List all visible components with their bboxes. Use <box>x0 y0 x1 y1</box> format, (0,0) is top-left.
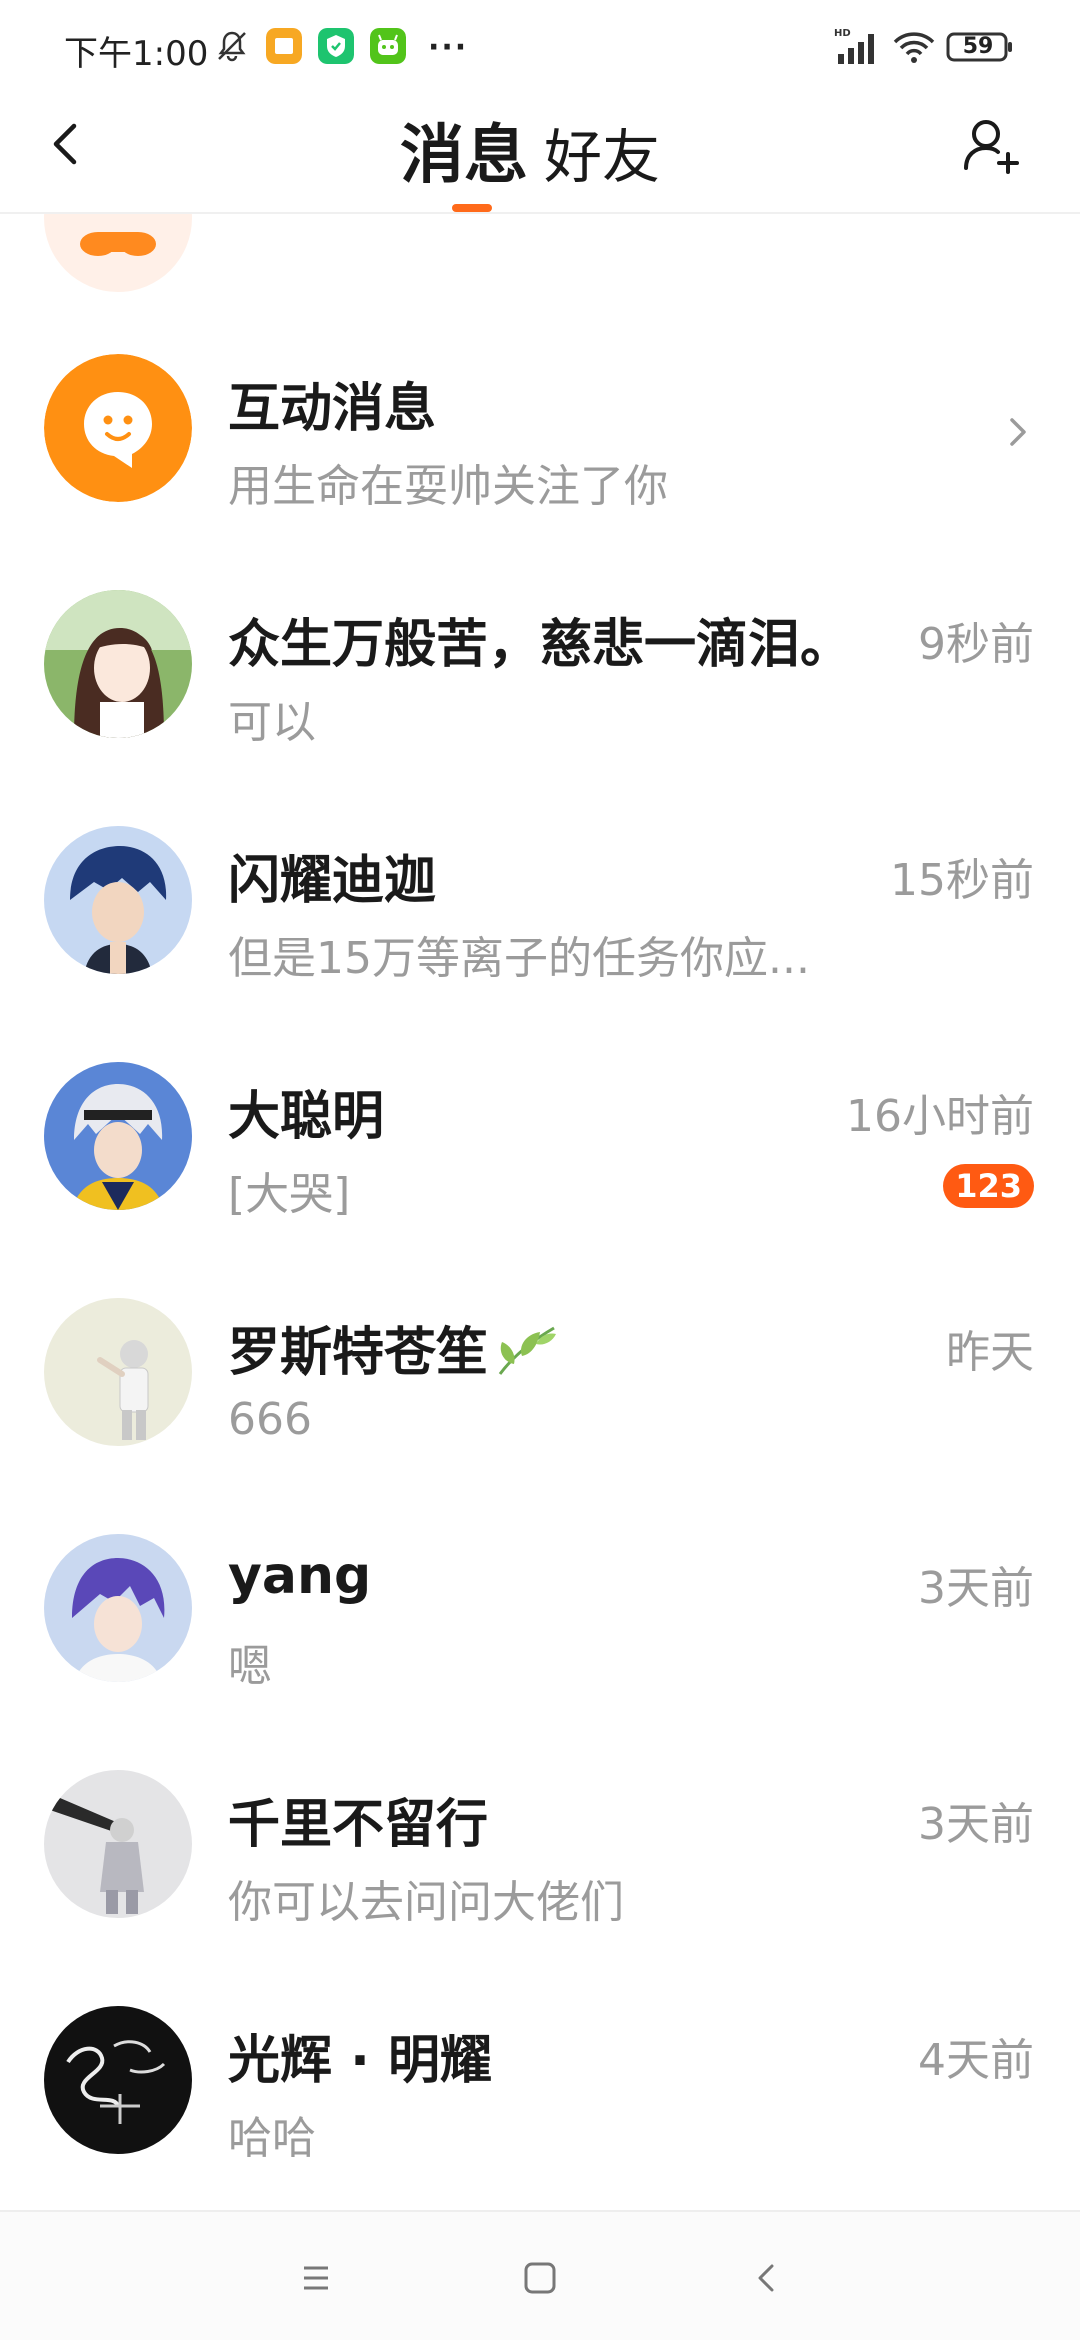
avatar <box>44 1534 192 1682</box>
messages-screen: 下午1:00 ··· HD 59 消息 好友 互动消息 用生命在耍帅关注了你 众… <box>0 0 1080 2340</box>
avatar <box>44 590 192 738</box>
avatar-image <box>44 2006 192 2154</box>
conversation-name: 千里不留行 <box>228 1795 489 1855</box>
avatar <box>44 1062 192 1210</box>
list-item[interactable]: 众生万般苦，慈悲一滴泪。 可以 9秒前 <box>0 550 1080 786</box>
list-item[interactable]: 光辉 · 明耀 哈哈 4天前 <box>0 1966 1080 2202</box>
back-icon[interactable] <box>740 2250 796 2306</box>
tab-bar: 消息 好友 <box>400 104 680 212</box>
avatar <box>44 2006 192 2154</box>
chat-bubble-icon <box>44 354 192 502</box>
conversation-name: 互动消息 <box>228 379 437 439</box>
conversation-preview: 666 <box>228 1394 312 1445</box>
conversation-time: 昨天 <box>946 1327 1034 1378</box>
avatar-image <box>44 1770 192 1918</box>
robot-app-icon <box>370 28 406 64</box>
conversation-time: 15秒前 <box>890 855 1034 906</box>
conversation-time: 9秒前 <box>918 619 1034 670</box>
avatar <box>44 826 192 974</box>
avatar <box>44 1298 192 1446</box>
conversation-name: 大聪明 <box>228 1087 385 1147</box>
wifi-icon <box>893 32 935 63</box>
conversation-name: yang <box>228 1546 372 1606</box>
avatar <box>44 1770 192 1918</box>
tab-messages[interactable]: 消息 <box>400 104 528 196</box>
partial-item-avatar[interactable] <box>44 214 192 292</box>
interactions-avatar <box>44 354 192 502</box>
conversation-preview: 用生命在耍帅关注了你 <box>228 461 668 512</box>
shield-app-icon <box>318 28 354 64</box>
avatar-image <box>44 590 192 738</box>
conversation-preview: 你可以去问问大佬们 <box>228 1877 624 1928</box>
list-item[interactable]: 大聪明 [大哭] 16小时前 123 <box>0 1022 1080 1258</box>
conversation-preview: 可以 <box>228 697 316 748</box>
avatar-image <box>44 1534 192 1682</box>
list-item[interactable]: 千里不留行 你可以去问问大佬们 3天前 <box>0 1730 1080 1966</box>
conversation-time: 3天前 <box>918 1799 1034 1850</box>
conversation-time: 4天前 <box>918 2035 1034 2086</box>
conversation-name: 光辉 · 明耀 <box>228 2031 492 2091</box>
conversation-preview: 哈哈 <box>228 2113 316 2164</box>
conversation-name: 闪耀迪迦 <box>228 851 437 911</box>
conversation-preview: [大哭] <box>228 1169 351 1220</box>
signal-icon: HD <box>834 28 874 64</box>
conversation-time: 16小时前 <box>846 1091 1034 1142</box>
back-button[interactable] <box>40 114 100 174</box>
conversation-time: 3天前 <box>918 1563 1034 1614</box>
battery-level: 59 <box>962 34 994 59</box>
list-item[interactable]: 闪耀迪迦 但是15万等离子的任务你应... 15秒前 <box>0 786 1080 1022</box>
conversation-preview: 嗯 <box>228 1641 272 1692</box>
status-time: 下午1:00 <box>64 34 209 74</box>
avatar-image <box>44 826 192 974</box>
status-bar: 下午1:00 ··· HD 59 <box>0 0 1080 88</box>
list-item[interactable]: yang 嗯 3天前 <box>0 1494 1080 1730</box>
conversation-list[interactable]: 互动消息 用生命在耍帅关注了你 众生万般苦，慈悲一滴泪。 可以 9秒前 闪耀迪迦… <box>0 214 1080 2206</box>
home-icon[interactable] <box>512 2250 568 2306</box>
status-more-dots: ··· <box>428 30 469 65</box>
tab-friends[interactable]: 好友 <box>544 110 660 194</box>
add-friend-button[interactable] <box>960 114 1024 178</box>
conversation-name: 众生万般苦，慈悲一滴泪。 <box>228 615 853 675</box>
conversation-name: 罗斯特苍笙 <box>228 1310 560 1385</box>
avatar-image <box>44 1298 192 1446</box>
conversation-preview: 但是15万等离子的任务你应... <box>228 933 810 984</box>
avatar-image <box>44 1062 192 1210</box>
svg-text:HD: HD <box>834 28 851 39</box>
partial-orange-icon <box>80 232 156 256</box>
notes-app-icon <box>266 28 302 64</box>
leaf-emoji-icon <box>498 1326 557 1375</box>
active-tab-indicator <box>452 204 492 212</box>
system-nav-bar <box>0 2210 1080 2340</box>
unread-badge: 123 <box>943 1164 1034 1208</box>
menu-icon[interactable] <box>288 2250 344 2306</box>
mute-bell-icon <box>218 31 246 62</box>
conversation-name-text: 罗斯特苍笙 <box>228 1323 489 1383</box>
top-header: 消息 好友 <box>0 88 1080 214</box>
list-item[interactable]: 罗斯特苍笙 666 昨天 <box>0 1258 1080 1494</box>
list-item-interactions[interactable]: 互动消息 用生命在耍帅关注了你 <box>0 314 1080 550</box>
chevron-right-icon <box>1010 418 1026 446</box>
